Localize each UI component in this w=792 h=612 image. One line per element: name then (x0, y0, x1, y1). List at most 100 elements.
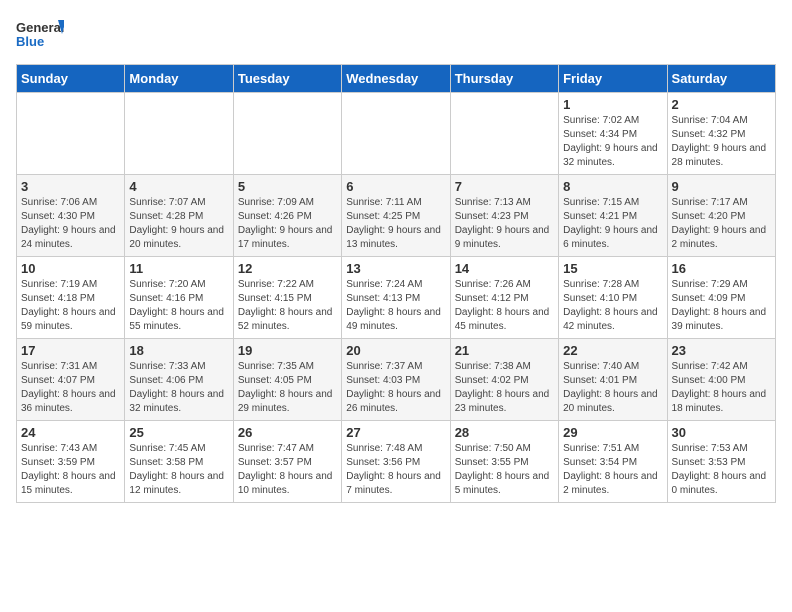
svg-text:Blue: Blue (16, 34, 44, 49)
day-of-week-header: Tuesday (233, 65, 341, 93)
calendar-cell: 10 Sunrise: 7:19 AM Sunset: 4:18 PM Dayli… (17, 257, 125, 339)
calendar-cell: 3 Sunrise: 7:06 AM Sunset: 4:30 PM Daylig… (17, 175, 125, 257)
day-info: Sunrise: 7:13 AM Sunset: 4:23 PM Dayligh… (455, 196, 554, 252)
day-info: Sunrise: 7:37 AM Sunset: 4:03 PM Dayligh… (346, 360, 445, 416)
calendar-cell: 16Sunrise: 7:29 AM Sunset: 4:09 PM Dayli… (667, 257, 775, 339)
day-info: Sunrise: 7:40 AM Sunset: 4:01 PM Dayligh… (563, 360, 662, 416)
calendar-cell: 5 Sunrise: 7:09 AM Sunset: 4:26 PM Daylig… (233, 175, 341, 257)
calendar-cell: 14 Sunrise: 7:26 AM Sunset: 4:12 PM Dayli… (450, 257, 558, 339)
day-of-week-header: Thursday (450, 65, 558, 93)
day-number: 28 (455, 425, 554, 440)
calendar-cell: 21 Sunrise: 7:38 AM Sunset: 4:02 PM Dayli… (450, 339, 558, 421)
calendar-cell (450, 93, 558, 175)
day-number: 9 (672, 179, 771, 194)
calendar-week-row: 10 Sunrise: 7:19 AM Sunset: 4:18 PM Dayli… (17, 257, 776, 339)
calendar-cell: 17 Sunrise: 7:31 AM Sunset: 4:07 PM Dayli… (17, 339, 125, 421)
day-of-week-header: Monday (125, 65, 233, 93)
calendar-cell: 29Sunrise: 7:51 AM Sunset: 3:54 PM Dayli… (559, 421, 667, 503)
calendar-week-row: 17 Sunrise: 7:31 AM Sunset: 4:07 PM Dayli… (17, 339, 776, 421)
calendar-week-row: 1 Sunrise: 7:02 AM Sunset: 4:34 PM Daylig… (17, 93, 776, 175)
day-number: 15 (563, 261, 662, 276)
day-info: Sunrise: 7:28 AM Sunset: 4:10 PM Dayligh… (563, 278, 662, 334)
day-info: Sunrise: 7:33 AM Sunset: 4:06 PM Dayligh… (129, 360, 228, 416)
day-info: Sunrise: 7:42 AM Sunset: 4:00 PM Dayligh… (672, 360, 771, 416)
day-number: 29 (563, 425, 662, 440)
calendar-cell: 18 Sunrise: 7:33 AM Sunset: 4:06 PM Dayli… (125, 339, 233, 421)
calendar-cell (233, 93, 341, 175)
calendar-cell: 15 Sunrise: 7:28 AM Sunset: 4:10 PM Dayli… (559, 257, 667, 339)
day-number: 23 (672, 343, 771, 358)
day-info: Sunrise: 7:19 AM Sunset: 4:18 PM Dayligh… (21, 278, 120, 334)
calendar-cell: 7 Sunrise: 7:13 AM Sunset: 4:23 PM Daylig… (450, 175, 558, 257)
calendar-cell: 24 Sunrise: 7:43 AM Sunset: 3:59 PM Dayli… (17, 421, 125, 503)
day-info: Sunrise: 7:38 AM Sunset: 4:02 PM Dayligh… (455, 360, 554, 416)
calendar-cell: 4Sunrise: 7:07 AM Sunset: 4:28 PM Daylig… (125, 175, 233, 257)
day-number: 21 (455, 343, 554, 358)
day-info: Sunrise: 7:15 AM Sunset: 4:21 PM Dayligh… (563, 196, 662, 252)
calendar-cell: 12 Sunrise: 7:22 AM Sunset: 4:15 PM Dayli… (233, 257, 341, 339)
calendar-cell: 8 Sunrise: 7:15 AM Sunset: 4:21 PM Daylig… (559, 175, 667, 257)
day-number: 17 (21, 343, 120, 358)
calendar-week-row: 3 Sunrise: 7:06 AM Sunset: 4:30 PM Daylig… (17, 175, 776, 257)
day-info: Sunrise: 7:04 AM Sunset: 4:32 PM Dayligh… (672, 114, 771, 170)
day-of-week-header: Saturday (667, 65, 775, 93)
day-number: 12 (238, 261, 337, 276)
calendar-cell: 23 Sunrise: 7:42 AM Sunset: 4:00 PM Dayli… (667, 339, 775, 421)
day-info: Sunrise: 7:02 AM Sunset: 4:34 PM Dayligh… (563, 114, 662, 170)
calendar-cell: 9 Sunrise: 7:17 AM Sunset: 4:20 PM Daylig… (667, 175, 775, 257)
calendar-cell: 2Sunrise: 7:04 AM Sunset: 4:32 PM Daylig… (667, 93, 775, 175)
svg-text:General: General (16, 20, 64, 35)
day-info: Sunrise: 7:22 AM Sunset: 4:15 PM Dayligh… (238, 278, 337, 334)
calendar-cell: 25 Sunrise: 7:45 AM Sunset: 3:58 PM Dayli… (125, 421, 233, 503)
day-of-week-header: Wednesday (342, 65, 450, 93)
logo-svg: General Blue (16, 16, 64, 56)
calendar-table: SundayMondayTuesdayWednesdayThursdayFrid… (16, 64, 776, 503)
day-number: 10 (21, 261, 120, 276)
day-number: 13 (346, 261, 445, 276)
day-info: Sunrise: 7:26 AM Sunset: 4:12 PM Dayligh… (455, 278, 554, 334)
day-number: 14 (455, 261, 554, 276)
day-number: 4 (129, 179, 228, 194)
calendar-cell: 27Sunrise: 7:48 AM Sunset: 3:56 PM Dayli… (342, 421, 450, 503)
day-number: 7 (455, 179, 554, 194)
calendar-cell: 30Sunrise: 7:53 AM Sunset: 3:53 PM Dayli… (667, 421, 775, 503)
day-info: Sunrise: 7:45 AM Sunset: 3:58 PM Dayligh… (129, 442, 228, 498)
calendar-cell: 28 Sunrise: 7:50 AM Sunset: 3:55 PM Dayli… (450, 421, 558, 503)
day-info: Sunrise: 7:20 AM Sunset: 4:16 PM Dayligh… (129, 278, 228, 334)
day-info: Sunrise: 7:31 AM Sunset: 4:07 PM Dayligh… (21, 360, 120, 416)
day-info: Sunrise: 7:09 AM Sunset: 4:26 PM Dayligh… (238, 196, 337, 252)
day-number: 3 (21, 179, 120, 194)
day-info: Sunrise: 7:43 AM Sunset: 3:59 PM Dayligh… (21, 442, 120, 498)
day-info: Sunrise: 7:06 AM Sunset: 4:30 PM Dayligh… (21, 196, 120, 252)
calendar-cell: 1 Sunrise: 7:02 AM Sunset: 4:34 PM Daylig… (559, 93, 667, 175)
calendar-cell (342, 93, 450, 175)
day-info: Sunrise: 7:50 AM Sunset: 3:55 PM Dayligh… (455, 442, 554, 498)
day-number: 1 (563, 97, 662, 112)
calendar-cell: 22 Sunrise: 7:40 AM Sunset: 4:01 PM Dayli… (559, 339, 667, 421)
calendar-cell: 13 Sunrise: 7:24 AM Sunset: 4:13 PM Dayli… (342, 257, 450, 339)
day-number: 25 (129, 425, 228, 440)
day-number: 5 (238, 179, 337, 194)
day-number: 6 (346, 179, 445, 194)
day-info: Sunrise: 7:48 AM Sunset: 3:56 PM Dayligh… (346, 442, 445, 498)
day-number: 18 (129, 343, 228, 358)
day-info: Sunrise: 7:17 AM Sunset: 4:20 PM Dayligh… (672, 196, 771, 252)
calendar-cell: 6Sunrise: 7:11 AM Sunset: 4:25 PM Daylig… (342, 175, 450, 257)
calendar-cell (17, 93, 125, 175)
day-number: 24 (21, 425, 120, 440)
day-info: Sunrise: 7:24 AM Sunset: 4:13 PM Dayligh… (346, 278, 445, 334)
day-number: 19 (238, 343, 337, 358)
header-row: SundayMondayTuesdayWednesdayThursdayFrid… (17, 65, 776, 93)
day-number: 30 (672, 425, 771, 440)
day-number: 22 (563, 343, 662, 358)
day-info: Sunrise: 7:35 AM Sunset: 4:05 PM Dayligh… (238, 360, 337, 416)
day-of-week-header: Sunday (17, 65, 125, 93)
header: General Blue (16, 16, 776, 56)
calendar-week-row: 24 Sunrise: 7:43 AM Sunset: 3:59 PM Dayli… (17, 421, 776, 503)
day-number: 8 (563, 179, 662, 194)
day-number: 11 (129, 261, 228, 276)
calendar-cell: 20Sunrise: 7:37 AM Sunset: 4:03 PM Dayli… (342, 339, 450, 421)
day-info: Sunrise: 7:29 AM Sunset: 4:09 PM Dayligh… (672, 278, 771, 334)
day-number: 26 (238, 425, 337, 440)
logo: General Blue (16, 16, 64, 56)
